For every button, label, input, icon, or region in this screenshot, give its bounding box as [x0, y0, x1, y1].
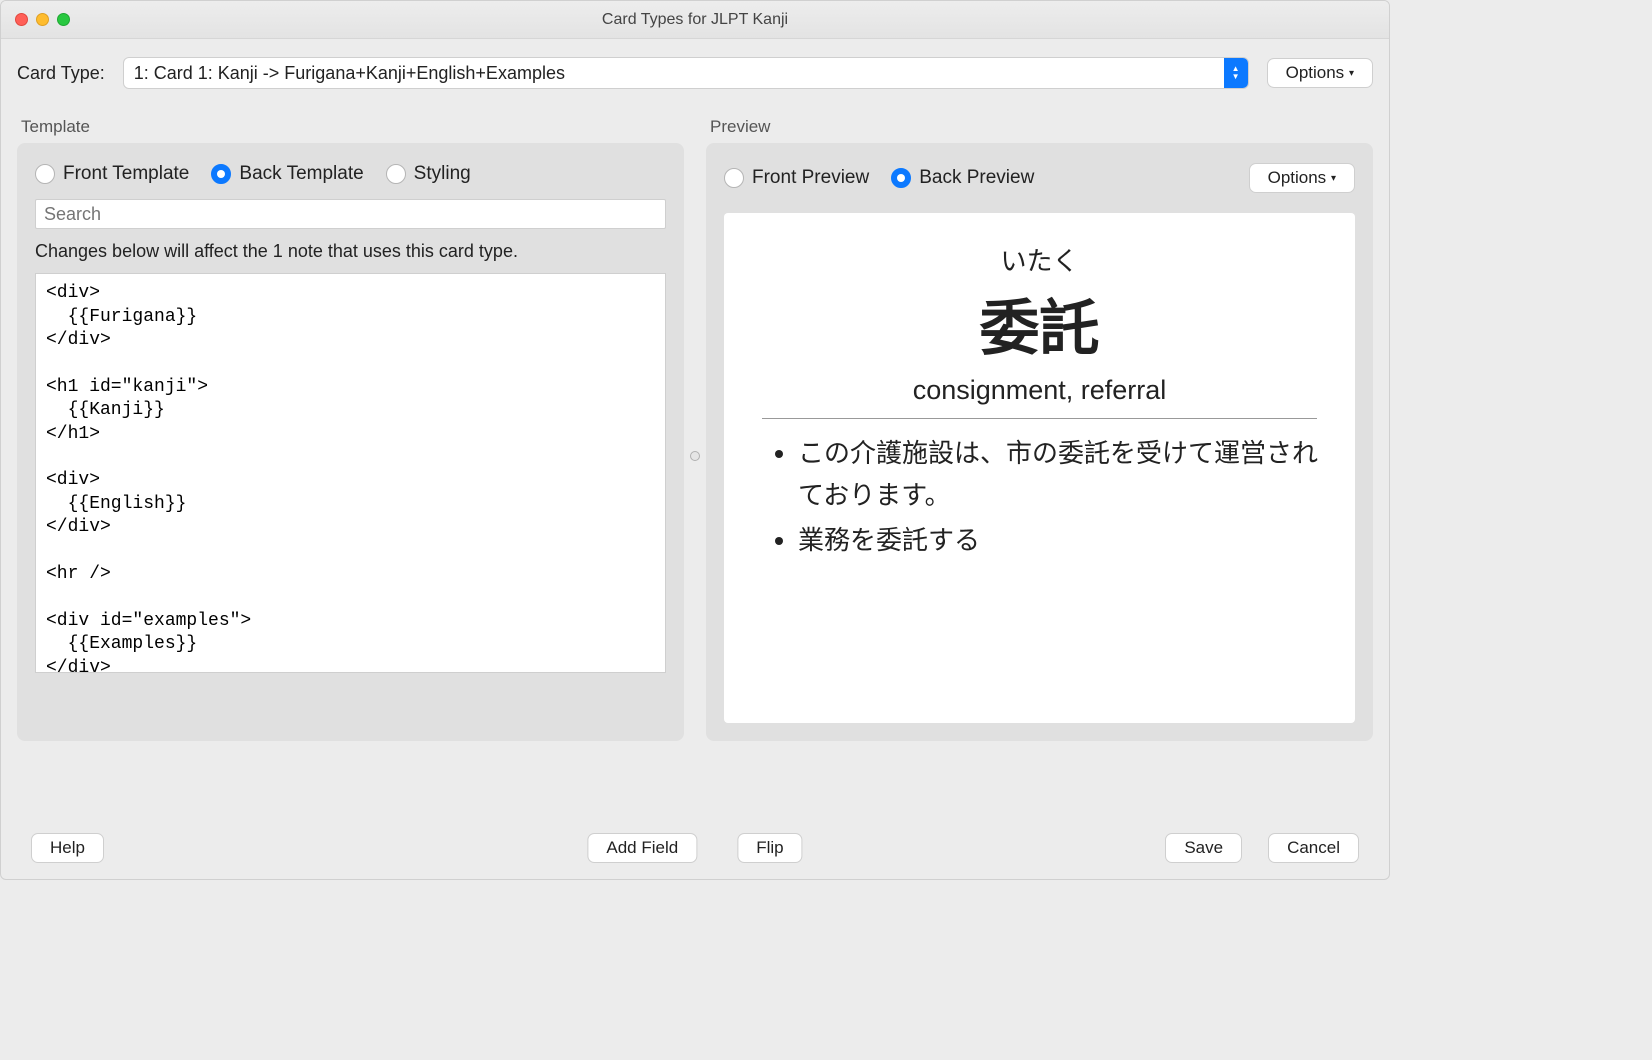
splitter-handle[interactable] — [690, 451, 700, 461]
preview-example-item: この介護施設は、市の委託を受けて運営されております。 — [798, 433, 1325, 516]
footer: Help Add Field Flip Save Cancel — [1, 833, 1389, 863]
close-window-button[interactable] — [15, 13, 28, 26]
help-button[interactable]: Help — [31, 833, 104, 863]
card-type-select[interactable]: 1: Card 1: Kanji -> Furigana+Kanji+Engli… — [123, 57, 1249, 89]
caret-down-icon: ▾ — [1346, 68, 1354, 79]
columns: Template Front Template Back Template — [17, 117, 1373, 741]
preview-kanji: 委託 — [754, 280, 1325, 367]
preview-card: いたく 委託 consignment, referral この介護施設は、市の委… — [724, 213, 1355, 723]
card-type-select-value: 1: Card 1: Kanji -> Furigana+Kanji+Engli… — [123, 57, 1249, 89]
preview-radio-row: Front Preview Back Preview — [724, 167, 1034, 189]
preview-column: Preview Front Preview Back Preview — [706, 117, 1373, 741]
add-field-button[interactable]: Add Field — [587, 833, 697, 863]
preview-divider — [762, 418, 1317, 419]
select-stepper-icon: ▲▼ — [1224, 58, 1248, 88]
preview-furigana: いたく — [754, 241, 1325, 278]
save-button[interactable]: Save — [1165, 833, 1242, 863]
preview-example-item: 業務を委託する — [798, 520, 1325, 562]
search-input[interactable] — [35, 199, 666, 229]
radio-back-preview[interactable]: Back Preview — [891, 167, 1034, 189]
preview-examples-list: この介護施設は、市の委託を受けて運営されております。 業務を委託する — [754, 433, 1325, 562]
options-button-top[interactable]: Options ▾ — [1267, 58, 1373, 88]
radio-icon — [211, 164, 231, 184]
content: Card Type: 1: Card 1: Kanji -> Furigana+… — [1, 39, 1389, 741]
preview-english: consignment, referral — [754, 375, 1325, 406]
preview-panel: Front Preview Back Preview Options ▾ — [706, 143, 1373, 741]
affected-notes-hint: Changes below will affect the 1 note tha… — [35, 239, 666, 263]
radio-styling[interactable]: Styling — [386, 163, 471, 185]
preview-header: Front Preview Back Preview Options ▾ — [724, 163, 1355, 193]
zoom-window-button[interactable] — [57, 13, 70, 26]
template-code-editor[interactable] — [35, 273, 666, 673]
radio-icon — [724, 168, 744, 188]
window: Card Types for JLPT Kanji Card Type: 1: … — [0, 0, 1390, 880]
caret-down-icon: ▾ — [1328, 173, 1336, 184]
template-radio-row: Front Template Back Template Styling — [35, 163, 666, 185]
minimize-window-button[interactable] — [36, 13, 49, 26]
template-section-label: Template — [21, 117, 684, 137]
titlebar: Card Types for JLPT Kanji — [1, 1, 1389, 39]
preview-section-label: Preview — [710, 117, 1373, 137]
template-panel: Front Template Back Template Styling Cha… — [17, 143, 684, 741]
flip-button[interactable]: Flip — [737, 833, 802, 863]
window-title: Card Types for JLPT Kanji — [1, 11, 1389, 29]
card-type-label: Card Type: — [17, 63, 105, 84]
radio-front-template[interactable]: Front Template — [35, 163, 189, 185]
options-button-preview[interactable]: Options ▾ — [1249, 163, 1355, 193]
radio-icon — [35, 164, 55, 184]
radio-icon — [386, 164, 406, 184]
window-controls — [1, 13, 70, 26]
card-type-row: Card Type: 1: Card 1: Kanji -> Furigana+… — [17, 57, 1373, 89]
radio-front-preview[interactable]: Front Preview — [724, 167, 869, 189]
cancel-button[interactable]: Cancel — [1268, 833, 1359, 863]
radio-icon — [891, 168, 911, 188]
radio-back-template[interactable]: Back Template — [211, 163, 363, 185]
template-column: Template Front Template Back Template — [17, 117, 684, 741]
